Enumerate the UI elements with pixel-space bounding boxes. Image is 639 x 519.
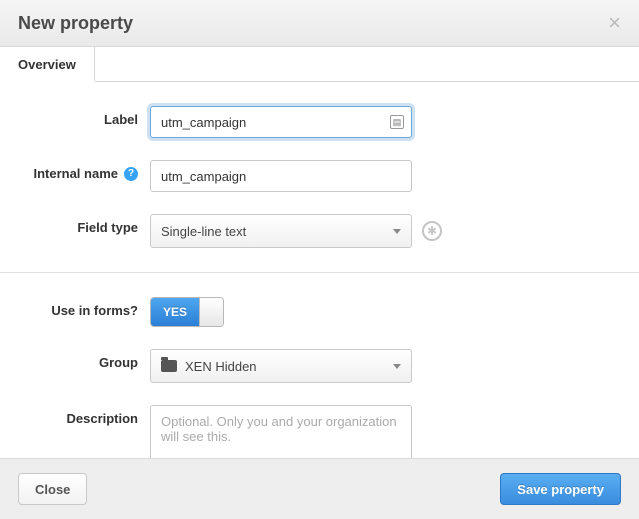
new-property-modal: New property × Overview Label ▤ Internal… [0, 0, 639, 519]
modal-footer: Close Save property [0, 458, 639, 519]
label-input[interactable] [150, 106, 412, 138]
internal-name-input[interactable] [150, 160, 412, 192]
field-type-label: Field type [0, 214, 150, 235]
internal-name-label: Internal name [33, 166, 118, 181]
help-icon[interactable]: ? [124, 167, 138, 181]
save-property-button[interactable]: Save property [500, 473, 621, 505]
tab-overview[interactable]: Overview [0, 47, 95, 82]
label-label: Label [0, 106, 150, 127]
modal-header: New property × [0, 0, 639, 47]
group-label: Group [0, 349, 150, 370]
field-type-select[interactable]: Single-line text [150, 214, 412, 248]
chevron-down-icon [393, 229, 401, 234]
close-button[interactable]: Close [18, 473, 87, 505]
group-value: XEN Hidden [185, 359, 257, 374]
tab-bar: Overview [0, 47, 639, 82]
form-area: Label ▤ Internal name ? Field [0, 82, 639, 458]
description-label: Description [0, 405, 150, 426]
chevron-down-icon [393, 364, 401, 369]
close-icon[interactable]: × [608, 12, 621, 34]
group-select[interactable]: XEN Hidden [150, 349, 412, 383]
folder-icon [161, 360, 177, 372]
field-type-value: Single-line text [161, 224, 246, 239]
modal-title: New property [18, 13, 133, 34]
description-textarea[interactable] [150, 405, 412, 458]
toggle-state: YES [151, 298, 199, 326]
toggle-knob [199, 298, 223, 326]
use-in-forms-label: Use in forms? [0, 297, 150, 318]
gear-icon[interactable]: ✱ [422, 221, 442, 241]
use-in-forms-toggle[interactable]: YES [150, 297, 224, 327]
